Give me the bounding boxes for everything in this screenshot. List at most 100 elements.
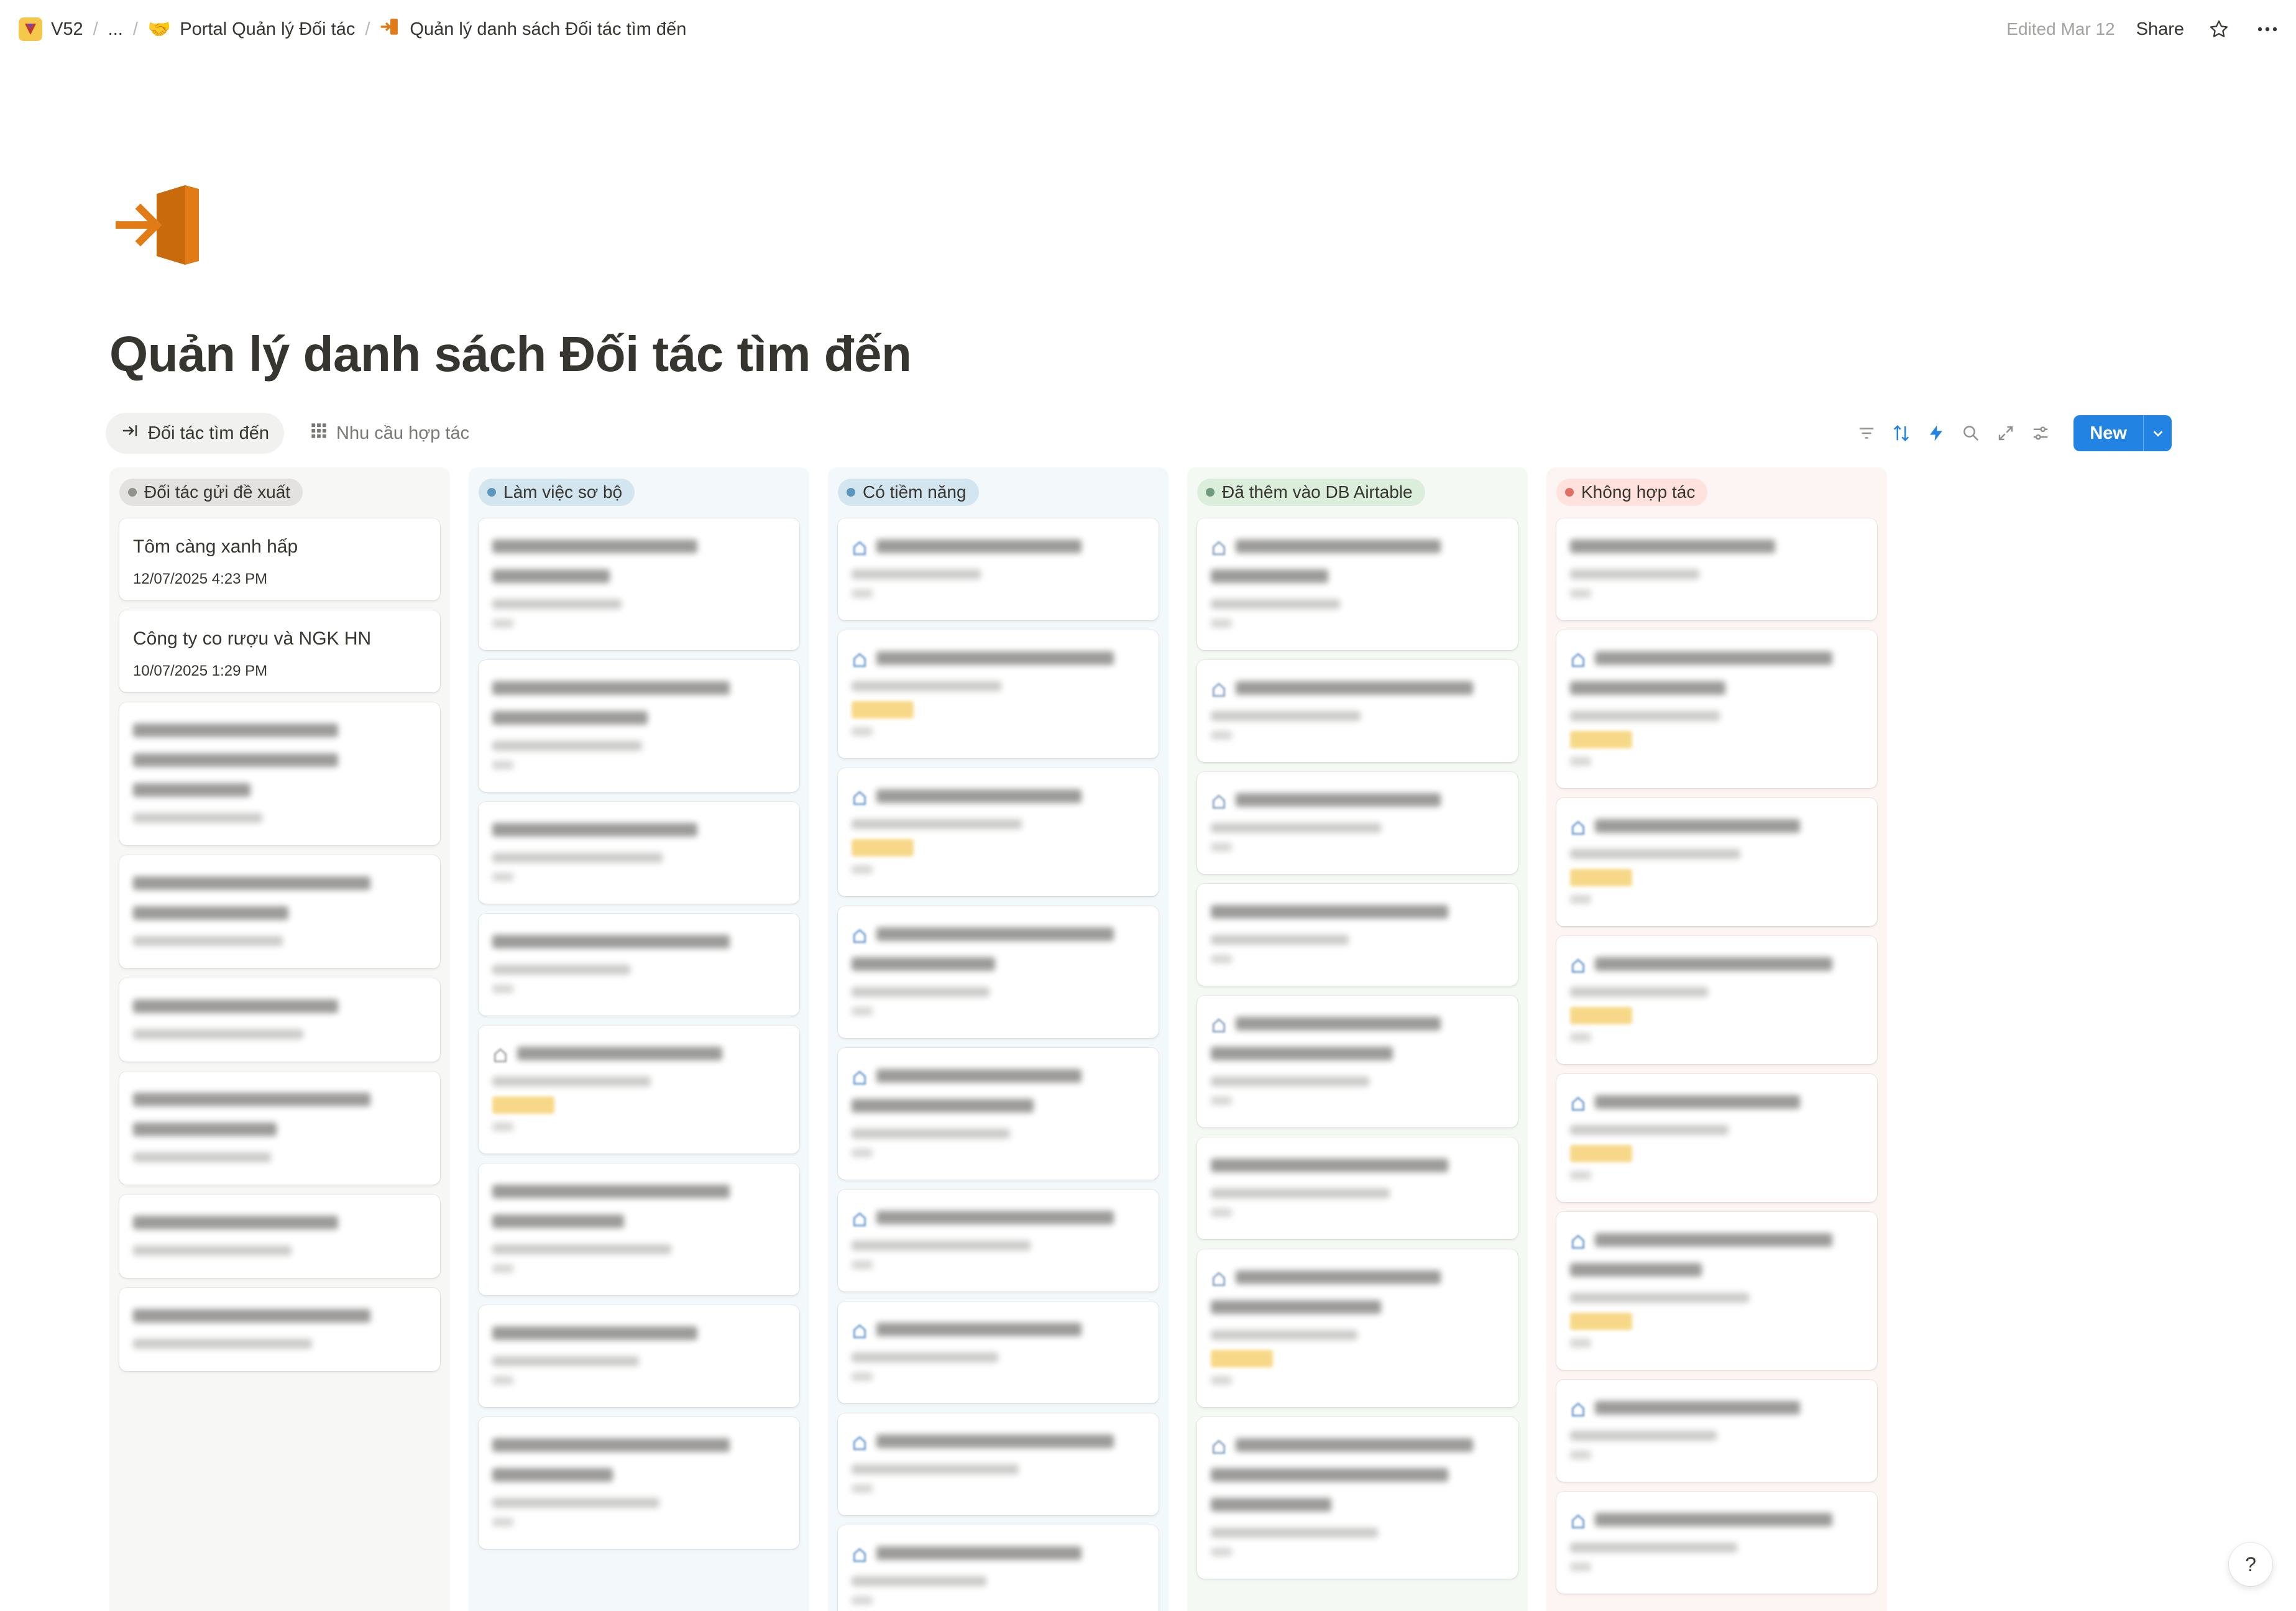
top-bar: V52 / ... / 🤝 Portal Quản lý Đối tác / Q… — [0, 0, 2296, 58]
page-title[interactable]: Quản lý danh sách Đối tác tìm đến — [109, 326, 912, 383]
help-button[interactable]: ? — [2229, 1543, 2272, 1586]
board-card-blurred[interactable] — [1556, 1212, 1877, 1370]
card-meta-redacted — [1570, 589, 1591, 598]
board-card-blurred[interactable] — [1197, 1249, 1518, 1407]
card-title-row — [133, 993, 426, 1023]
card-title-row — [1211, 1152, 1504, 1182]
board-card-blurred[interactable] — [1197, 772, 1518, 874]
board-card-blurred[interactable] — [838, 630, 1159, 758]
board-card-blurred[interactable] — [479, 1164, 799, 1295]
card-title-row — [1211, 675, 1504, 705]
board-card-blurred[interactable] — [479, 1305, 799, 1407]
tab-doi-tac-tim-den[interactable]: Đối tác tìm đến — [106, 413, 285, 454]
sort-icon[interactable] — [1888, 420, 1914, 446]
settings-icon[interactable] — [2027, 420, 2054, 446]
page-icon[interactable] — [112, 183, 203, 267]
card-date-redacted — [1211, 599, 1340, 609]
board-card-blurred[interactable] — [1197, 1417, 1518, 1579]
board-card-blurred[interactable] — [1556, 1492, 1877, 1594]
new-button-label[interactable]: New — [2073, 415, 2143, 451]
chevron-down-icon[interactable] — [2143, 415, 2172, 451]
board-card-blurred[interactable] — [479, 1417, 799, 1549]
status-label: Có tiềm năng — [863, 482, 967, 502]
card-title-row — [1211, 563, 1504, 593]
card-date-redacted — [852, 819, 1022, 829]
board-card-blurred[interactable] — [838, 906, 1159, 1038]
share-button[interactable]: Share — [2136, 19, 2184, 40]
breadcrumb-workspace[interactable]: V52 — [11, 12, 91, 46]
board-card-blurred[interactable] — [479, 802, 799, 904]
board-card-blurred[interactable] — [479, 1026, 799, 1154]
board-card-blurred[interactable] — [838, 1413, 1159, 1515]
board-card-blurred[interactable] — [1197, 996, 1518, 1127]
new-button[interactable]: New — [2073, 415, 2172, 451]
card-title-row — [492, 1178, 786, 1208]
board-card-blurred[interactable] — [119, 978, 440, 1062]
breadcrumb-current[interactable]: Quản lý danh sách Đối tác tìm đến — [372, 11, 694, 47]
card-title: Công ty co rượu và NGK HN — [133, 628, 372, 649]
board-card-blurred[interactable] — [838, 1525, 1159, 1611]
board-card-blurred[interactable] — [1556, 1380, 1877, 1482]
board-card-blurred[interactable] — [838, 1190, 1159, 1292]
board-card-blurred[interactable] — [1556, 518, 1877, 620]
board-card-blurred[interactable] — [119, 702, 440, 845]
breadcrumb-parent[interactable]: 🤝 Portal Quản lý Đối tác — [140, 14, 362, 45]
board-card[interactable]: Công ty co rượu và NGK HN 10/07/2025 1:29… — [119, 610, 440, 692]
tab-nhu-cau-hop-tac[interactable]: Nhu cầu hợp tác — [295, 413, 484, 453]
board-card-blurred[interactable] — [479, 660, 799, 792]
expand-icon[interactable] — [1993, 420, 2019, 446]
more-options-icon[interactable] — [2254, 16, 2281, 43]
breadcrumb-ellipsis[interactable]: ... — [101, 14, 131, 45]
card-title-row — [852, 1205, 1145, 1234]
board-card-blurred[interactable] — [838, 768, 1159, 896]
automation-icon[interactable] — [1923, 420, 1949, 446]
board-card-blurred[interactable] — [119, 855, 440, 968]
card-title-row — [1570, 533, 1863, 563]
card-title-row — [852, 1540, 1145, 1570]
search-icon[interactable] — [1958, 420, 1984, 446]
card-meta-redacted — [492, 619, 513, 628]
board-card[interactable]: Tôm càng xanh hấp 12/07/2025 4:23 PM — [119, 518, 440, 600]
board-card-blurred[interactable] — [1556, 798, 1877, 926]
column-header[interactable]: Làm việc sơ bộ — [479, 476, 799, 508]
card-title-redacted — [1570, 1263, 1702, 1277]
board-card-blurred[interactable] — [119, 1072, 440, 1185]
board-card-blurred[interactable] — [1197, 660, 1518, 762]
card-date-redacted — [852, 987, 990, 997]
board-card-blurred[interactable] — [1197, 1137, 1518, 1239]
board-card-blurred[interactable] — [1556, 1074, 1877, 1202]
card-date-redacted — [1570, 1431, 1717, 1441]
card-meta-redacted — [1211, 955, 1232, 963]
board-card-blurred[interactable] — [119, 1288, 440, 1371]
board-card-blurred[interactable] — [1556, 936, 1877, 1064]
card-meta-redacted — [1570, 1563, 1591, 1571]
column-header[interactable]: Đối tác gửi đề xuất — [119, 476, 440, 508]
status-label: Làm việc sơ bộ — [503, 482, 623, 502]
board-card-blurred[interactable] — [479, 518, 799, 650]
card-title-redacted — [1595, 651, 1833, 665]
filter-icon[interactable] — [1853, 420, 1880, 446]
workspace-name: V52 — [51, 19, 83, 39]
board-card-blurred[interactable] — [1197, 884, 1518, 986]
board-card-blurred[interactable] — [838, 518, 1159, 620]
card-page-icon — [1570, 1234, 1586, 1250]
star-icon[interactable] — [2205, 16, 2233, 43]
board-card-blurred[interactable] — [838, 1301, 1159, 1403]
card-title-redacted — [492, 1185, 730, 1198]
board-card-blurred[interactable] — [838, 1048, 1159, 1180]
board-card-blurred[interactable] — [119, 1195, 440, 1278]
card-date-redacted — [1211, 1188, 1390, 1198]
card-title-redacted — [1211, 1300, 1381, 1314]
card-page-icon — [852, 790, 868, 806]
column-header[interactable]: Không hợp tác — [1556, 476, 1877, 508]
card-title-row — [1570, 1257, 1863, 1287]
board-card-blurred[interactable] — [479, 914, 799, 1016]
card-date-redacted — [492, 965, 630, 975]
board-card-blurred[interactable] — [1556, 630, 1877, 788]
board-column: Đã thêm vào DB Airtable — [1187, 467, 1528, 1611]
column-header[interactable]: Đã thêm vào DB Airtable — [1197, 476, 1518, 508]
column-header[interactable]: Có tiềm năng — [838, 476, 1159, 508]
card-page-icon — [1211, 1439, 1227, 1455]
board-card-blurred[interactable] — [1197, 518, 1518, 650]
card-page-icon — [1211, 794, 1227, 810]
